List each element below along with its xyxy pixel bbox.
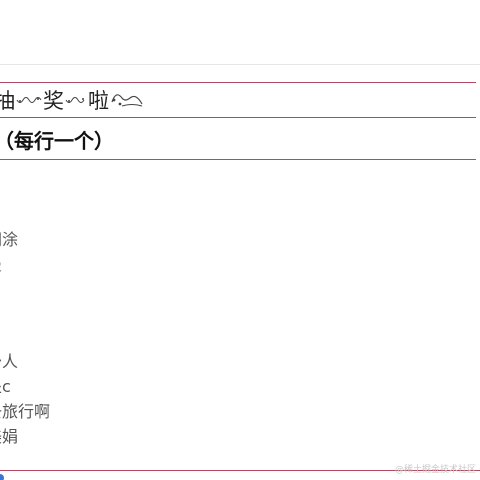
list-item: 美娟: [0, 427, 19, 446]
top-divider: [0, 64, 480, 65]
section-heading-text: （每行一个）: [0, 129, 114, 153]
watermark: @稀土掘金技术社区: [394, 465, 476, 475]
flourish-icon: [65, 88, 87, 112]
list-item: 胡涂: [0, 230, 19, 249]
flourish-icon: [16, 88, 42, 112]
title-char-3: 啦: [88, 89, 109, 113]
title-banner: 抽 奖 啦: [0, 82, 476, 118]
title-char-2: 奖: [43, 89, 64, 113]
list-item: 少人: [0, 352, 19, 371]
flourish-tail-icon: [110, 88, 144, 113]
list-item: 处c: [0, 377, 11, 396]
scroll-indicator[interactable]: [0, 474, 4, 480]
article-page: 抽 奖 啦 （每行一个） 涂 人 c 旅行啊 娟 @稀土掘金技术社区: [0, 0, 480, 480]
title-char-1: 抽: [0, 89, 15, 113]
section-heading: （每行一个）: [0, 120, 476, 160]
list-item: 去旅行啊: [0, 402, 51, 421]
list-item: 曼: [0, 255, 2, 275]
